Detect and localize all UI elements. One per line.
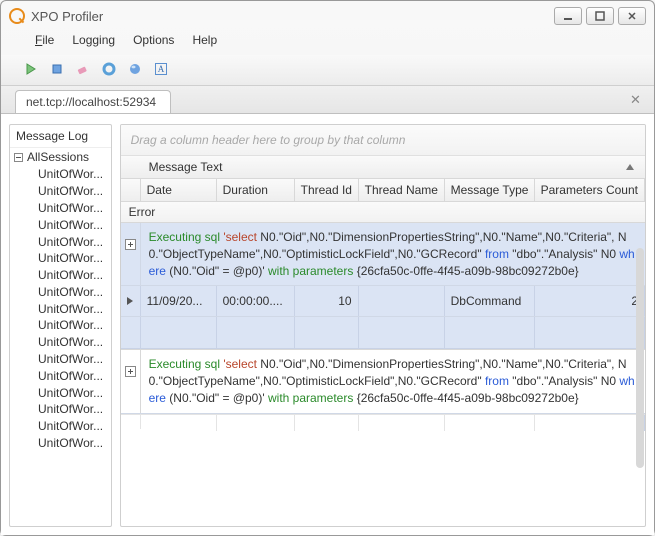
cell-thread-name: [359, 286, 445, 316]
grid-row[interactable]: Executing sql 'select N0."Oid",N0."Dimen…: [121, 223, 645, 286]
svg-text:A: A: [158, 64, 165, 74]
tree-item[interactable]: UnitOfWor...: [10, 367, 111, 384]
tree-item[interactable]: UnitOfWor...: [10, 317, 111, 334]
tree-item[interactable]: UnitOfWor...: [10, 435, 111, 452]
error-header: Error: [121, 202, 645, 223]
play-icon[interactable]: [19, 58, 43, 80]
close-button[interactable]: [618, 7, 646, 25]
col-duration[interactable]: Duration: [217, 179, 295, 201]
tab-close-icon[interactable]: ✕: [630, 90, 646, 106]
grid-row[interactable]: Executing sql 'select N0."Oid",N0."Dimen…: [121, 349, 645, 413]
tree-item[interactable]: UnitOfWor...: [10, 351, 111, 368]
tree-panel: Message Log AllSessions UnitOfWor...Unit…: [9, 124, 112, 527]
toolbar: A: [1, 55, 654, 86]
stop-icon[interactable]: [45, 58, 69, 80]
menu-logging[interactable]: Logging: [64, 31, 123, 49]
expand-icon[interactable]: [125, 239, 136, 250]
column-headers: Date Duration Thread Id Thread Name Mess…: [121, 179, 645, 202]
collapse-icon[interactable]: [14, 153, 23, 162]
app-window: XPO Profiler File Logging Options Help A…: [0, 0, 655, 536]
tree-item[interactable]: UnitOfWor...: [10, 334, 111, 351]
cell-params-count: 2: [535, 286, 645, 316]
tree-session-label: AllSessions: [27, 150, 89, 164]
tree-item[interactable]: UnitOfWor...: [10, 283, 111, 300]
tree-item[interactable]: UnitOfWor...: [10, 401, 111, 418]
col-date[interactable]: Date: [141, 179, 217, 201]
menu-options[interactable]: Options: [125, 31, 182, 49]
row-indicator-icon: [121, 286, 141, 316]
col-params-count[interactable]: Parameters Count: [535, 179, 645, 201]
menu-bar: File Logging Options Help: [1, 29, 654, 55]
connection-tab[interactable]: net.tcp://localhost:52934: [15, 90, 171, 113]
message-text-cell: Executing sql 'select N0."Oid",N0."Dimen…: [141, 350, 645, 412]
text-a-icon[interactable]: A: [149, 58, 173, 80]
cell-date: 11/09/20...: [141, 286, 217, 316]
col-thread-name[interactable]: Thread Name: [359, 179, 445, 201]
tree-root[interactable]: Message Log: [10, 125, 111, 148]
app-logo-icon: [9, 8, 25, 24]
cell-duration: 00:00:00....: [217, 286, 295, 316]
empty-row: [121, 317, 645, 349]
grid-panel: Drag a column header here to group by th…: [120, 124, 646, 527]
sphere-icon[interactable]: [123, 58, 147, 80]
tree-item[interactable]: UnitOfWor...: [10, 300, 111, 317]
cell-message-type: DbCommand: [445, 286, 535, 316]
col-message-type[interactable]: Message Type: [445, 179, 535, 201]
menu-help[interactable]: Help: [184, 31, 225, 49]
message-text-header[interactable]: Message Text: [121, 156, 645, 179]
eraser-icon[interactable]: [71, 58, 95, 80]
col-thread-id[interactable]: Thread Id: [295, 179, 359, 201]
tree-item[interactable]: UnitOfWor...: [10, 216, 111, 233]
tree-item[interactable]: UnitOfWor...: [10, 267, 111, 284]
grid-detail-row[interactable]: 11/09/20... 00:00:00.... 10 DbCommand 2: [121, 286, 645, 317]
minimize-button[interactable]: [554, 7, 582, 25]
sort-asc-icon: [625, 160, 645, 174]
window-title: XPO Profiler: [31, 9, 554, 24]
tab-strip: net.tcp://localhost:52934 ✕: [1, 86, 654, 114]
tree-item[interactable]: UnitOfWor...: [10, 183, 111, 200]
tree-session-node[interactable]: AllSessions: [10, 148, 111, 166]
tree-item[interactable]: UnitOfWor...: [10, 166, 111, 183]
expand-icon[interactable]: [125, 366, 136, 377]
title-bar: XPO Profiler: [1, 1, 654, 29]
tree-item[interactable]: UnitOfWor...: [10, 384, 111, 401]
cell-thread-id: 10: [295, 286, 359, 316]
scrollbar-thumb[interactable]: [636, 248, 644, 468]
group-by-bar[interactable]: Drag a column header here to group by th…: [121, 125, 645, 156]
donut-icon[interactable]: [97, 58, 121, 80]
tree-item[interactable]: UnitOfWor...: [10, 233, 111, 250]
menu-file[interactable]: File: [27, 31, 62, 49]
message-text-cell: Executing sql 'select N0."Oid",N0."Dimen…: [141, 223, 645, 285]
tree-item[interactable]: UnitOfWor...: [10, 200, 111, 217]
maximize-button[interactable]: [586, 7, 614, 25]
tree-item[interactable]: UnitOfWor...: [10, 250, 111, 267]
tree-item[interactable]: UnitOfWor...: [10, 418, 111, 435]
